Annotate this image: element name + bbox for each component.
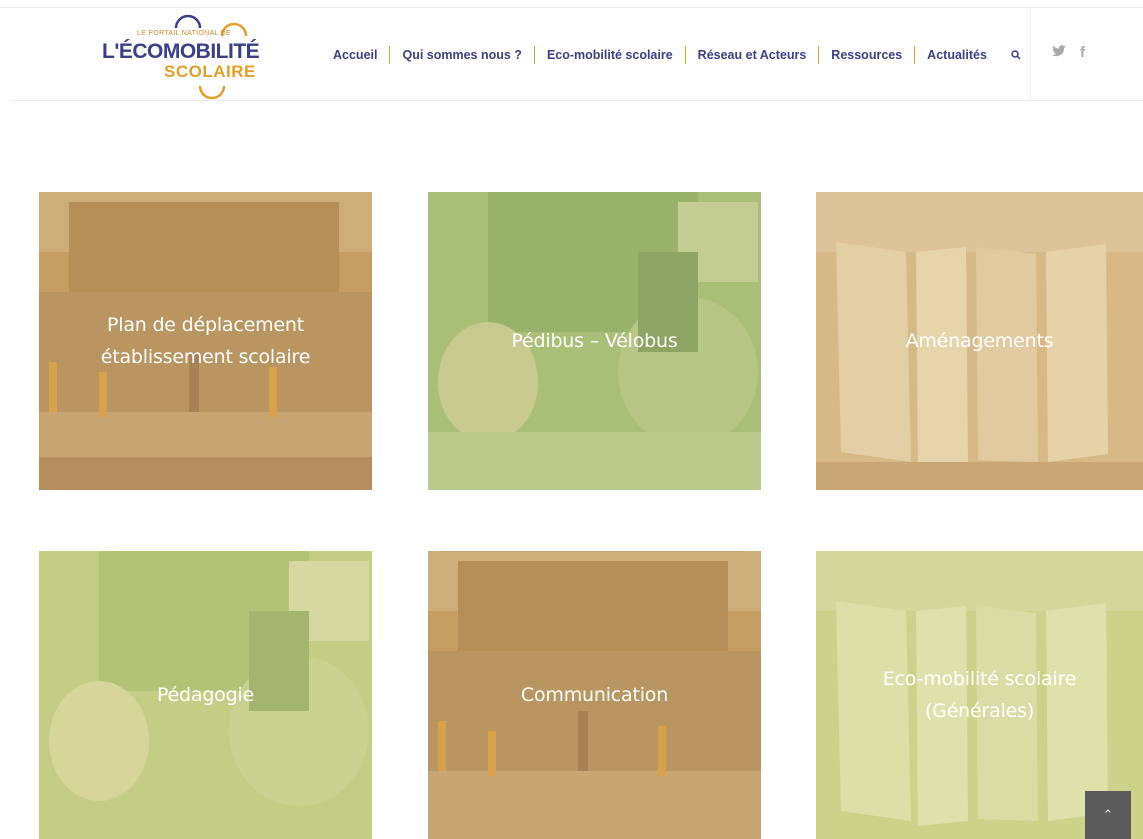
logo-tagline: LE PORTAIL NATIONAL DE: [137, 30, 231, 37]
facebook-icon[interactable]: f: [1080, 44, 1085, 61]
site-header: LE PORTAIL NATIONAL DE L'ÉCOMOBILITÉ SCO…: [10, 8, 1143, 101]
tile-amenagements[interactable]: Aménagements: [816, 192, 1143, 490]
main-nav: Accueil Qui sommes nous ? Eco-mobilité s…: [323, 45, 1033, 65]
nav-item-eco-mobilite[interactable]: Eco-mobilité scolaire: [533, 46, 685, 64]
tile-label: Pédibus – Vélobus: [511, 330, 678, 352]
tile-label: Plan de déplacement établissement scolai…: [100, 314, 311, 368]
nav-item-qui-sommes-nous[interactable]: Qui sommes nous ?: [389, 46, 533, 64]
tile-label: Communication: [520, 684, 669, 706]
tile-label: Pédagogie: [156, 684, 255, 706]
chevron-up-icon: ⌃: [1102, 807, 1114, 822]
search-icon: [1011, 50, 1021, 60]
site-logo[interactable]: LE PORTAIL NATIONAL DE L'ÉCOMOBILITÉ SCO…: [102, 14, 262, 100]
nav-item-actualites[interactable]: Actualités: [914, 46, 999, 64]
social-divider: [1030, 8, 1031, 100]
tile-pedagogie[interactable]: Pédagogie: [39, 551, 372, 839]
tile-pedibus-velobus[interactable]: Pédibus – Vélobus: [428, 192, 761, 490]
logo-subtitle: SCOLAIRE: [164, 62, 256, 81]
nav-item-ressources[interactable]: Ressources: [818, 46, 914, 64]
social-links: f: [1052, 44, 1085, 61]
nav-item-accueil[interactable]: Accueil: [323, 46, 389, 64]
nav-item-reseau[interactable]: Réseau et Acteurs: [684, 46, 819, 64]
twitter-icon[interactable]: [1052, 44, 1066, 61]
scroll-to-top-button[interactable]: ⌃: [1085, 791, 1131, 839]
tile-communication[interactable]: Communication: [428, 551, 761, 839]
logo-title: L'ÉCOMOBILITÉ: [102, 40, 260, 63]
tile-plan-deplacement[interactable]: Plan de déplacement établissement scolai…: [39, 192, 372, 490]
search-button[interactable]: [999, 50, 1033, 60]
tile-label: Aménagements: [905, 330, 1054, 352]
